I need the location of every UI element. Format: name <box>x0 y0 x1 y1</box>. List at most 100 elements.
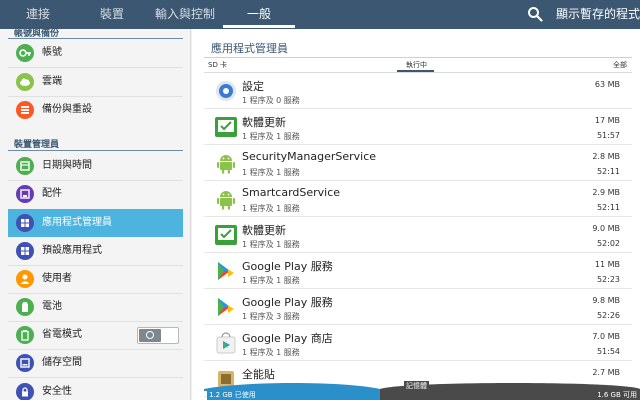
sidebar-item-users[interactable]: 使用者 <box>8 265 183 293</box>
sidebar-item-backup-reset[interactable]: 備份與重設 <box>8 96 183 124</box>
app-row-software-update[interactable]: 軟體更新 1 程序及 1 服務 17 MB 51:57 <box>204 109 632 145</box>
app-row-software-update[interactable]: 軟體更新 1 程序及 1 服務 9.0 MB 52:02 <box>204 217 632 253</box>
subtab-all[interactable]: 全部 <box>613 60 627 70</box>
backup-icon <box>16 101 34 119</box>
account-icon <box>16 44 34 62</box>
app-processes: 1 程序及 1 服務 <box>242 240 300 249</box>
sidebar-item-application-manager[interactable]: 應用程式管理員 <box>8 209 183 237</box>
app-time: 51:57 <box>596 131 620 140</box>
app-size: 2.8 MB <box>592 152 620 161</box>
calendar-icon <box>16 157 34 175</box>
sidebar: 帳號與備份 帳號 雲端 備份與重設 裝置管理員 日期與時間 配件 應用程式管理員… <box>0 29 191 400</box>
app-row-smartcard-service[interactable]: SmartcardService 1 程序及 1 服務 2.9 MB 52:11 <box>204 181 632 217</box>
sidebar-item-label: 備份與重設 <box>42 104 92 115</box>
top-bar: 連接 裝置 輸入與控制 一般 顯示暫存的程式 <box>0 0 640 29</box>
app-size: 9.8 MB <box>592 296 620 305</box>
tab-controls[interactable]: 輸入與控制 <box>148 0 222 29</box>
app-size: 11 MB <box>594 260 620 269</box>
sidebar-item-storage[interactable]: 儲存空間 <box>8 349 183 377</box>
app-row-google-play-services[interactable]: Google Play 服務 1 程序及 1 服務 11 MB 52:23 <box>204 253 632 289</box>
app-row-google-play-services[interactable]: Google Play 服務 1 程序及 3 服務 9.8 MB 52:26 <box>204 289 632 325</box>
app-size: 9.0 MB <box>592 224 620 233</box>
section-divider <box>8 150 183 151</box>
app-time: 51:54 <box>596 347 620 356</box>
app-time: 52:26 <box>596 311 620 320</box>
google-play-services-icon <box>214 295 238 319</box>
app-processes: 1 程序及 1 服務 <box>242 132 300 141</box>
app-name: SecurityManagerService <box>242 150 377 163</box>
app-time: 52:11 <box>596 167 620 176</box>
app-time: 52:23 <box>596 275 620 284</box>
sidebar-item-label: 應用程式管理員 <box>42 217 112 228</box>
app-time: 52:02 <box>596 239 620 248</box>
sidebar-item-label: 雲端 <box>42 76 62 87</box>
app-time: 52:11 <box>596 203 620 212</box>
app-size: 63 MB <box>594 80 620 89</box>
main-panel: 應用程式管理員 SD 卡 執行中 全部 設定 1 程序及 0 服務 63 MB … <box>192 29 640 400</box>
sidebar-item-label: 電池 <box>42 301 62 312</box>
app-name: Google Play 服務 <box>242 296 333 309</box>
tab-connections[interactable]: 連接 <box>12 0 64 29</box>
sidebar-item-label: 預設應用程式 <box>42 245 102 256</box>
memory-usage-bar: 1.2 GB 已使用 1.6 GB 可用 <box>0 389 640 400</box>
sidebar-item-label: 配件 <box>42 188 62 199</box>
settings-icon <box>214 79 238 103</box>
app-size: 17 MB <box>594 116 620 125</box>
storage-icon <box>16 354 34 372</box>
power-saving-icon <box>16 326 34 344</box>
sidebar-item-date-time[interactable]: 日期與時間 <box>8 152 183 180</box>
sidebar-item-accounts[interactable]: 帳號 <box>8 39 183 67</box>
app-processes: 1 程序及 0 服務 <box>242 96 300 105</box>
memory-free-label: 1.6 GB 可用 <box>597 391 637 399</box>
sidebar-item-accessories[interactable]: 配件 <box>8 180 183 208</box>
google-play-store-icon <box>214 331 238 355</box>
tab-device[interactable]: 裝置 <box>86 0 138 29</box>
title-divider <box>204 57 632 58</box>
software-update-icon <box>214 223 238 247</box>
toggle-knob <box>139 329 161 342</box>
google-play-services-icon <box>214 259 238 283</box>
software-update-icon <box>214 115 238 139</box>
app-name: Google Play 商店 <box>242 332 333 345</box>
app-row-settings[interactable]: 設定 1 程序及 0 服務 63 MB <box>204 73 632 109</box>
app-name: 軟體更新 <box>242 116 286 129</box>
app-processes: 1 程序及 1 服務 <box>242 168 300 177</box>
apps-icon <box>16 214 34 232</box>
cloud-icon <box>16 73 34 91</box>
accessory-icon <box>16 185 34 203</box>
default-apps-icon <box>16 242 34 260</box>
subtab-sd-card[interactable]: SD 卡 <box>208 60 227 70</box>
sidebar-item-label: 省電模式 <box>42 329 82 340</box>
power-saving-toggle[interactable] <box>137 327 179 344</box>
android-icon <box>214 151 238 175</box>
app-row-security-manager-service[interactable]: SecurityManagerService 1 程序及 1 服務 2.8 MB… <box>204 145 632 181</box>
app-size: 7.0 MB <box>592 332 620 341</box>
memory-used-label: 1.2 GB 已使用 <box>209 391 256 399</box>
tab-indicator <box>223 25 295 28</box>
sidebar-item-battery[interactable]: 電池 <box>8 293 183 321</box>
show-cached-processes-button[interactable]: 顯示暫存的程式 <box>556 0 640 29</box>
section-label-device-manager: 裝置管理員 <box>14 140 60 150</box>
app-row-google-play-store[interactable]: Google Play 商店 1 程序及 1 服務 7.0 MB 51:54 <box>204 325 632 361</box>
app-processes: 1 程序及 1 服務 <box>242 276 300 285</box>
page-title: 應用程式管理員 <box>211 42 288 55</box>
android-icon <box>214 187 238 211</box>
sidebar-item-label: 帳號 <box>42 47 62 58</box>
app-size: 2.7 MB <box>592 368 620 377</box>
sidebar-item-label: 使用者 <box>42 273 72 284</box>
users-icon <box>16 270 34 288</box>
search-icon[interactable] <box>527 6 543 22</box>
subtab-running[interactable]: 執行中 <box>406 60 427 70</box>
app-name: SmartcardService <box>242 186 341 199</box>
sidebar-item-label: 日期與時間 <box>42 160 92 171</box>
app-name: 設定 <box>242 80 264 93</box>
sidebar-item-default-apps[interactable]: 預設應用程式 <box>8 237 183 265</box>
sidebar-item-cloud[interactable]: 雲端 <box>8 68 183 96</box>
memory-title: 記憶體 <box>404 381 429 391</box>
app-name: 軟體更新 <box>242 224 286 237</box>
app-processes: 1 程序及 1 服務 <box>242 204 300 213</box>
app-size: 2.9 MB <box>592 188 620 197</box>
sidebar-item-label: 儲存空間 <box>42 357 82 368</box>
battery-icon <box>16 298 34 316</box>
app-processes: 1 程序及 3 服務 <box>242 312 300 321</box>
